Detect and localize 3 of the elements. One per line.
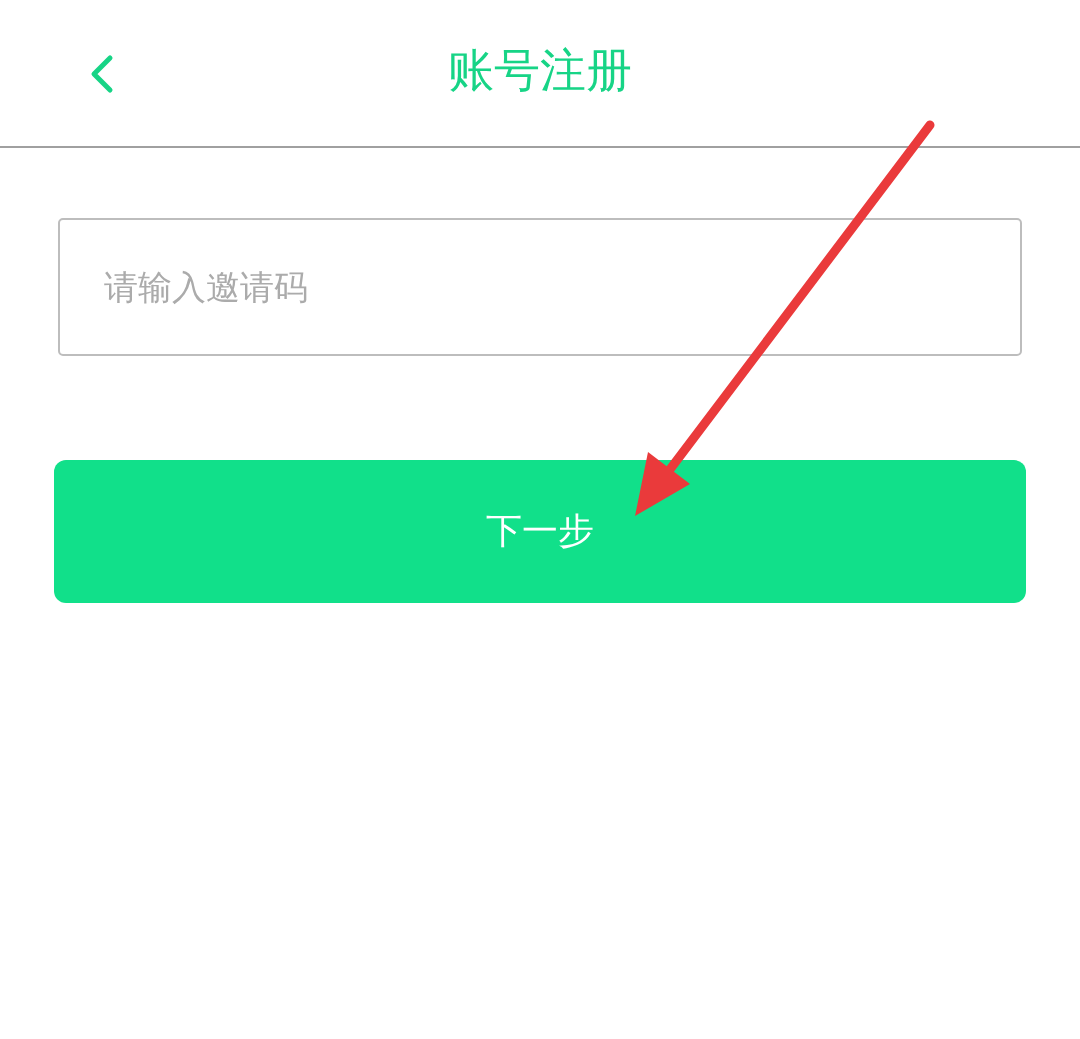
- next-button[interactable]: 下一步: [54, 460, 1026, 603]
- page-title: 账号注册: [448, 42, 632, 99]
- invite-code-field[interactable]: 请输入邀请码: [58, 218, 1022, 356]
